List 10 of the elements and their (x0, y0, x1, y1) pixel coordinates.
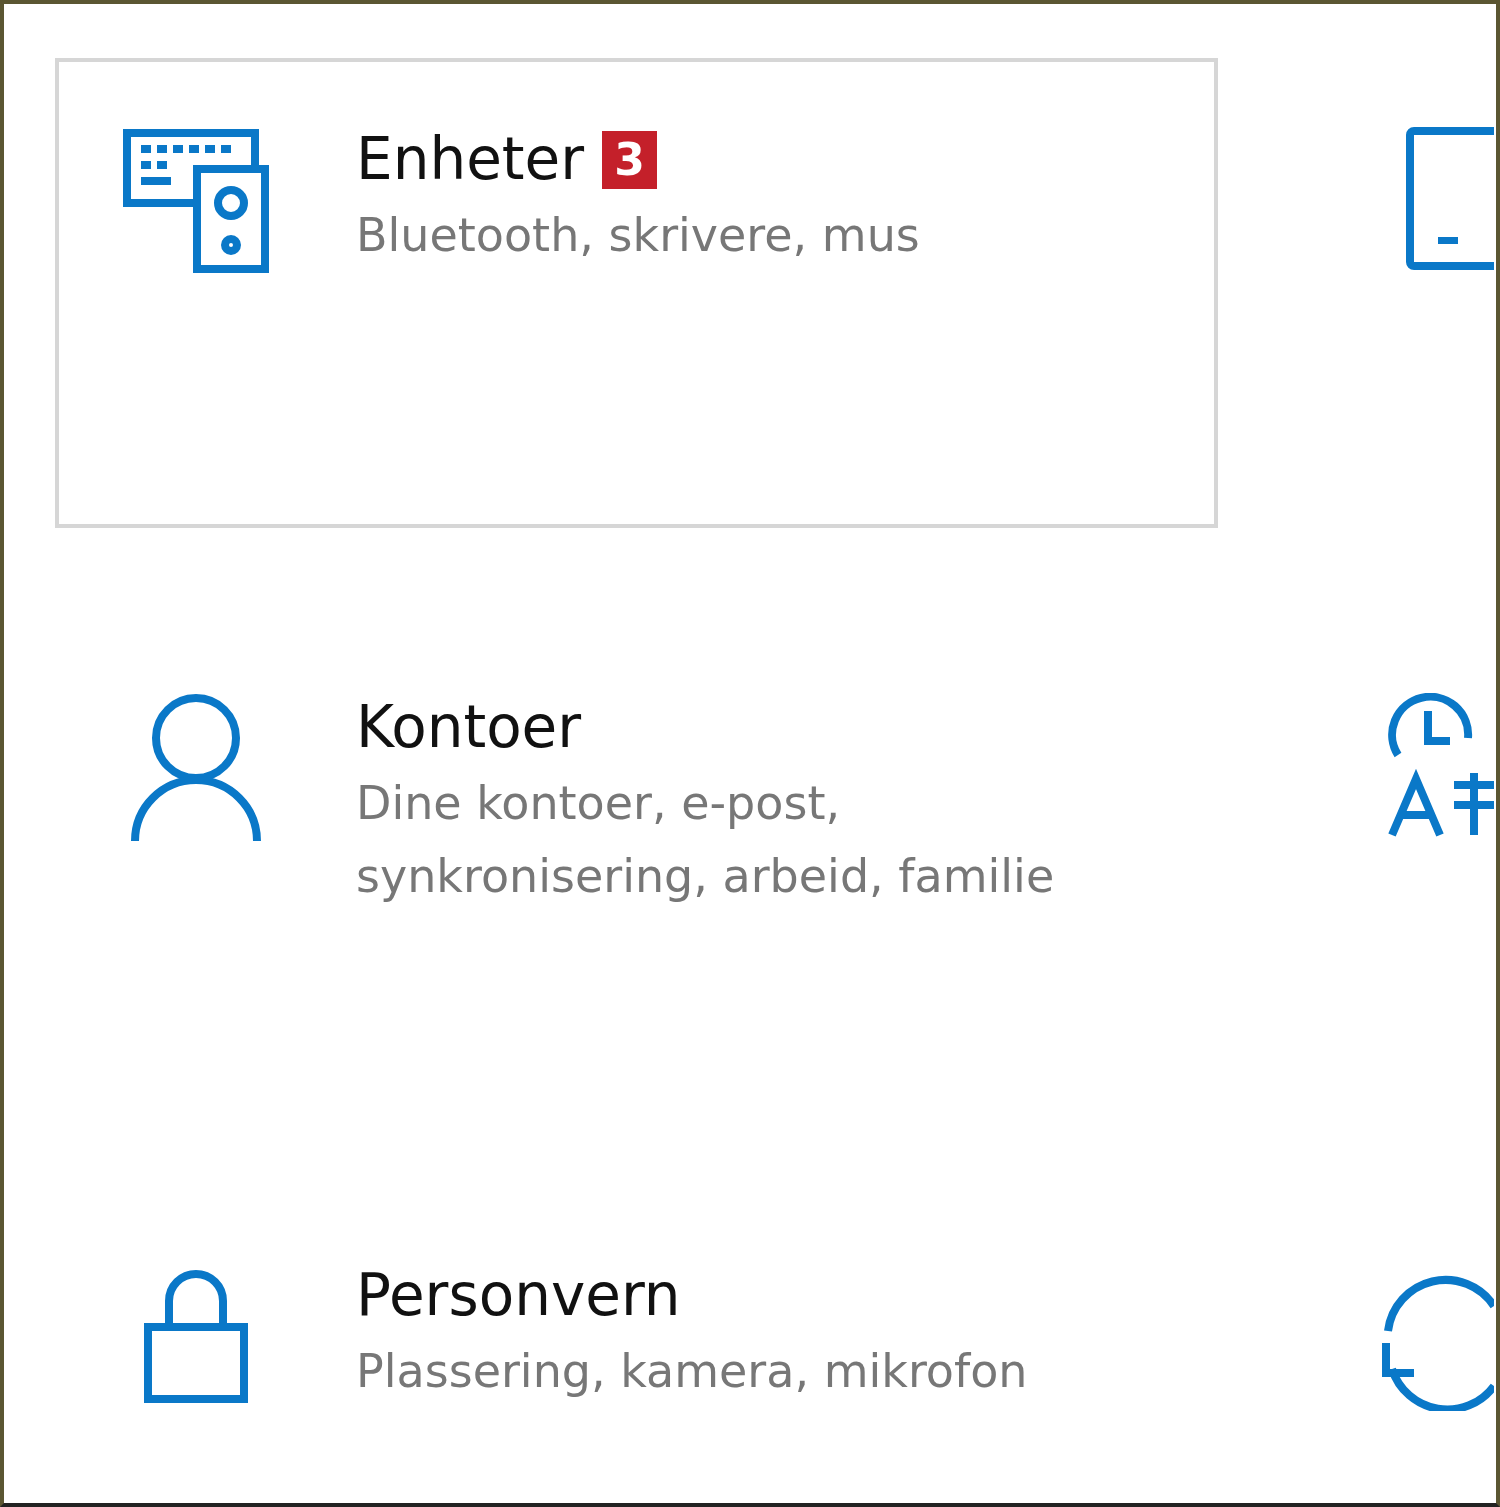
tile-description: Dine kontoer, e-post, synkronisering, arbeid, familie (356, 774, 1056, 906)
settings-tile[interactable]: Personvern Plassering, kamera, mikrofon (55, 1194, 1218, 1503)
tile-title: Personvern (356, 1261, 681, 1331)
notification-count: 3 (602, 130, 657, 189)
tile-title: Enheter (356, 125, 585, 195)
settings-tile[interactable]: Kontoer Dine kontoer, e-post, synkronisering, arbeid, familie (55, 626, 1218, 1096)
settings-tile[interactable]: Enheter 3 Bluetooth, skrivere, mus (55, 58, 1218, 528)
tile-description: Plassering, kamera, mikrofon (356, 1342, 1028, 1400)
tile-title: Kontoer (356, 693, 582, 763)
tile-description: Bluetooth, skrivere, mus (356, 206, 920, 264)
